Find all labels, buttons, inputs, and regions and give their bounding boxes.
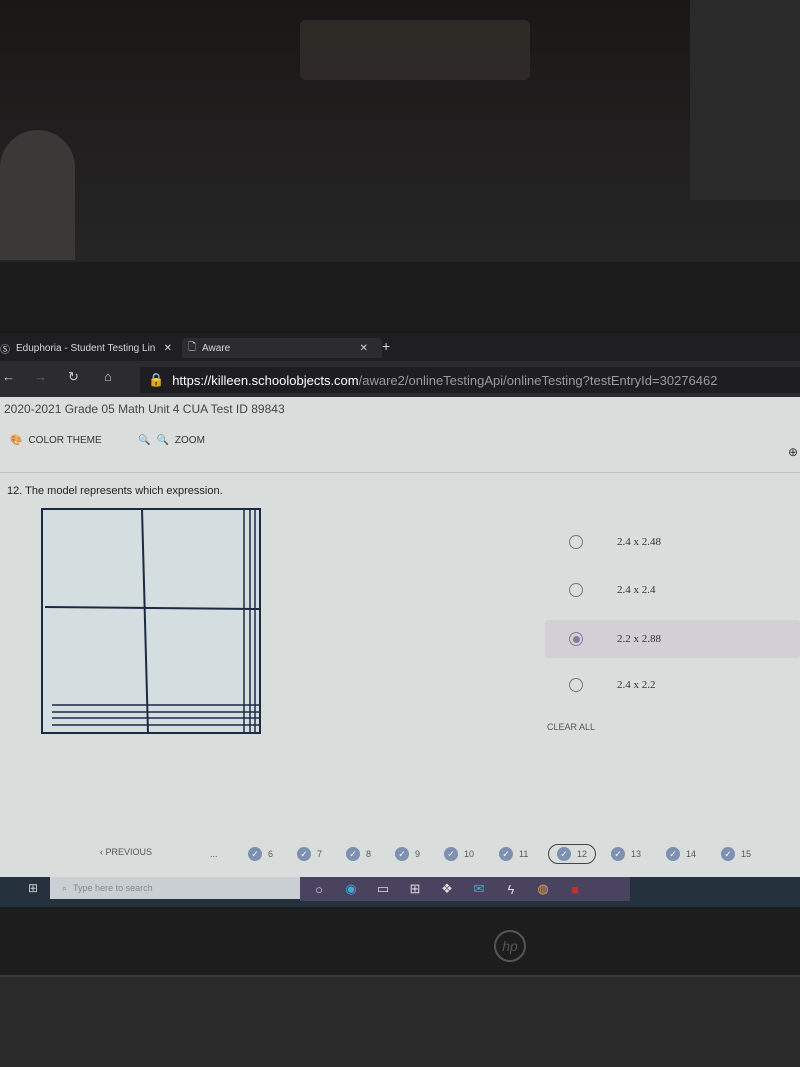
- add-icon[interactable]: ⊕: [788, 445, 798, 459]
- app-red-icon[interactable]: ■: [566, 882, 584, 897]
- answer-option-selected[interactable]: 2.2 x 2.88: [545, 620, 800, 658]
- lock-icon: 🔒: [148, 372, 165, 387]
- question-13[interactable]: ✓ 13: [611, 847, 641, 861]
- refresh-icon[interactable]: ↻: [68, 369, 79, 385]
- palette-icon: 🎨: [10, 435, 23, 446]
- check-icon: ✓: [721, 847, 735, 861]
- question-8[interactable]: ✓ 8: [346, 847, 371, 861]
- zoom-out-icon[interactable]: 🔍: [138, 435, 150, 446]
- question-14[interactable]: ✓ 14: [666, 847, 696, 861]
- zoom-in-icon[interactable]: 🔍: [156, 435, 168, 446]
- test-toolbar: 🎨 COLOR THEME 🔍 🔍 ZOOM ⊕: [0, 427, 800, 473]
- question-15[interactable]: ✓ 15: [721, 847, 751, 861]
- check-icon: ✓: [297, 847, 311, 861]
- tab-bar: Ⓢ Eduphoria - Student Testing Lin ✕ 🗋 Aw…: [0, 333, 800, 361]
- previous-button[interactable]: ‹ PREVIOUS: [100, 847, 152, 857]
- windows-taskbar: ⊞ ⌕ Type here to search ○ ◉ ▭ ⊞ ❖ ✉ ϟ ◍ …: [0, 877, 800, 907]
- decimal-area-model: [41, 508, 261, 734]
- address-bar-row: ← → ↻ ⌂ 🔒 https://killeen.schoolobjects.…: [0, 361, 800, 397]
- check-icon: ✓: [666, 847, 680, 861]
- color-theme-button[interactable]: 🎨 COLOR THEME: [10, 435, 102, 446]
- search-icon: ⌕: [62, 882, 68, 893]
- radio-button[interactable]: [569, 632, 583, 646]
- check-icon: ✓: [395, 847, 409, 861]
- radio-button[interactable]: [569, 678, 583, 692]
- answer-option[interactable]: 2.4 x 2.4: [545, 571, 800, 609]
- close-icon[interactable]: ✕: [164, 343, 172, 354]
- check-icon: ✓: [499, 847, 513, 861]
- test-title: 2020-2021 Grade 05 Math Unit 4 CUA Test …: [4, 402, 285, 416]
- screen-bezel: [0, 262, 800, 334]
- answer-option[interactable]: 2.4 x 2.48: [545, 523, 800, 561]
- home-icon[interactable]: ⌂: [104, 369, 112, 384]
- check-icon: ✓: [557, 847, 571, 861]
- background-room: [0, 0, 800, 270]
- mail-icon[interactable]: ✉: [470, 881, 488, 897]
- radio-button[interactable]: [569, 535, 583, 549]
- app-icon[interactable]: ϟ: [502, 882, 520, 897]
- question-7[interactable]: ✓ 7: [297, 847, 322, 861]
- clear-all-button[interactable]: CLEAR ALL: [547, 722, 595, 732]
- eduphoria-icon: Ⓢ: [0, 344, 10, 356]
- url-input[interactable]: 🔒 https://killeen.schoolobjects.com/awar…: [140, 367, 800, 393]
- chrome-icon[interactable]: ◍: [534, 881, 552, 897]
- laptop-base: [0, 975, 800, 1067]
- cortana-icon[interactable]: ○: [310, 882, 328, 897]
- page-icon: 🗋: [188, 341, 197, 353]
- back-icon[interactable]: ←: [2, 369, 15, 384]
- answer-option[interactable]: 2.4 x 2.2: [545, 666, 800, 704]
- check-icon: ✓: [444, 847, 458, 861]
- file-explorer-icon[interactable]: ▭: [374, 881, 392, 897]
- question-9[interactable]: ✓ 9: [395, 847, 420, 861]
- radio-button[interactable]: [569, 583, 583, 597]
- taskbar-search-input[interactable]: ⌕ Type here to search: [50, 877, 300, 899]
- question-10[interactable]: ✓ 10: [444, 847, 474, 861]
- check-icon: ✓: [248, 847, 262, 861]
- close-icon[interactable]: ✕: [360, 343, 368, 354]
- tab-aware[interactable]: 🗋 Aware ✕: [182, 338, 382, 358]
- dropbox-icon[interactable]: ❖: [438, 881, 456, 897]
- new-tab-icon[interactable]: +: [382, 338, 390, 354]
- hp-logo: hp: [494, 930, 526, 962]
- tab-eduphoria[interactable]: Ⓢ Eduphoria - Student Testing Lin ✕: [0, 338, 178, 358]
- question-12-current[interactable]: ✓ 12: [548, 844, 597, 864]
- question-text: 12. The model represents which expressio…: [7, 485, 223, 497]
- forward-icon[interactable]: →: [34, 369, 47, 384]
- windows-start-icon[interactable]: ⊞: [28, 881, 38, 895]
- question-navigation: ‹ PREVIOUS ... ✓ 6 ✓ 7 ✓ 8 ✓ 9 ✓ 10 ✓ 11 ✓ 12 ✓…: [0, 837, 800, 873]
- store-icon[interactable]: ⊞: [406, 881, 424, 897]
- edge-icon[interactable]: ◉: [342, 881, 360, 897]
- test-page: 2020-2021 Grade 05 Math Unit 4 CUA Test …: [0, 397, 800, 879]
- question-6[interactable]: ✓ 6: [248, 847, 273, 861]
- check-icon: ✓: [611, 847, 625, 861]
- question-11[interactable]: ✓ 11: [499, 847, 528, 861]
- check-icon: ✓: [346, 847, 360, 861]
